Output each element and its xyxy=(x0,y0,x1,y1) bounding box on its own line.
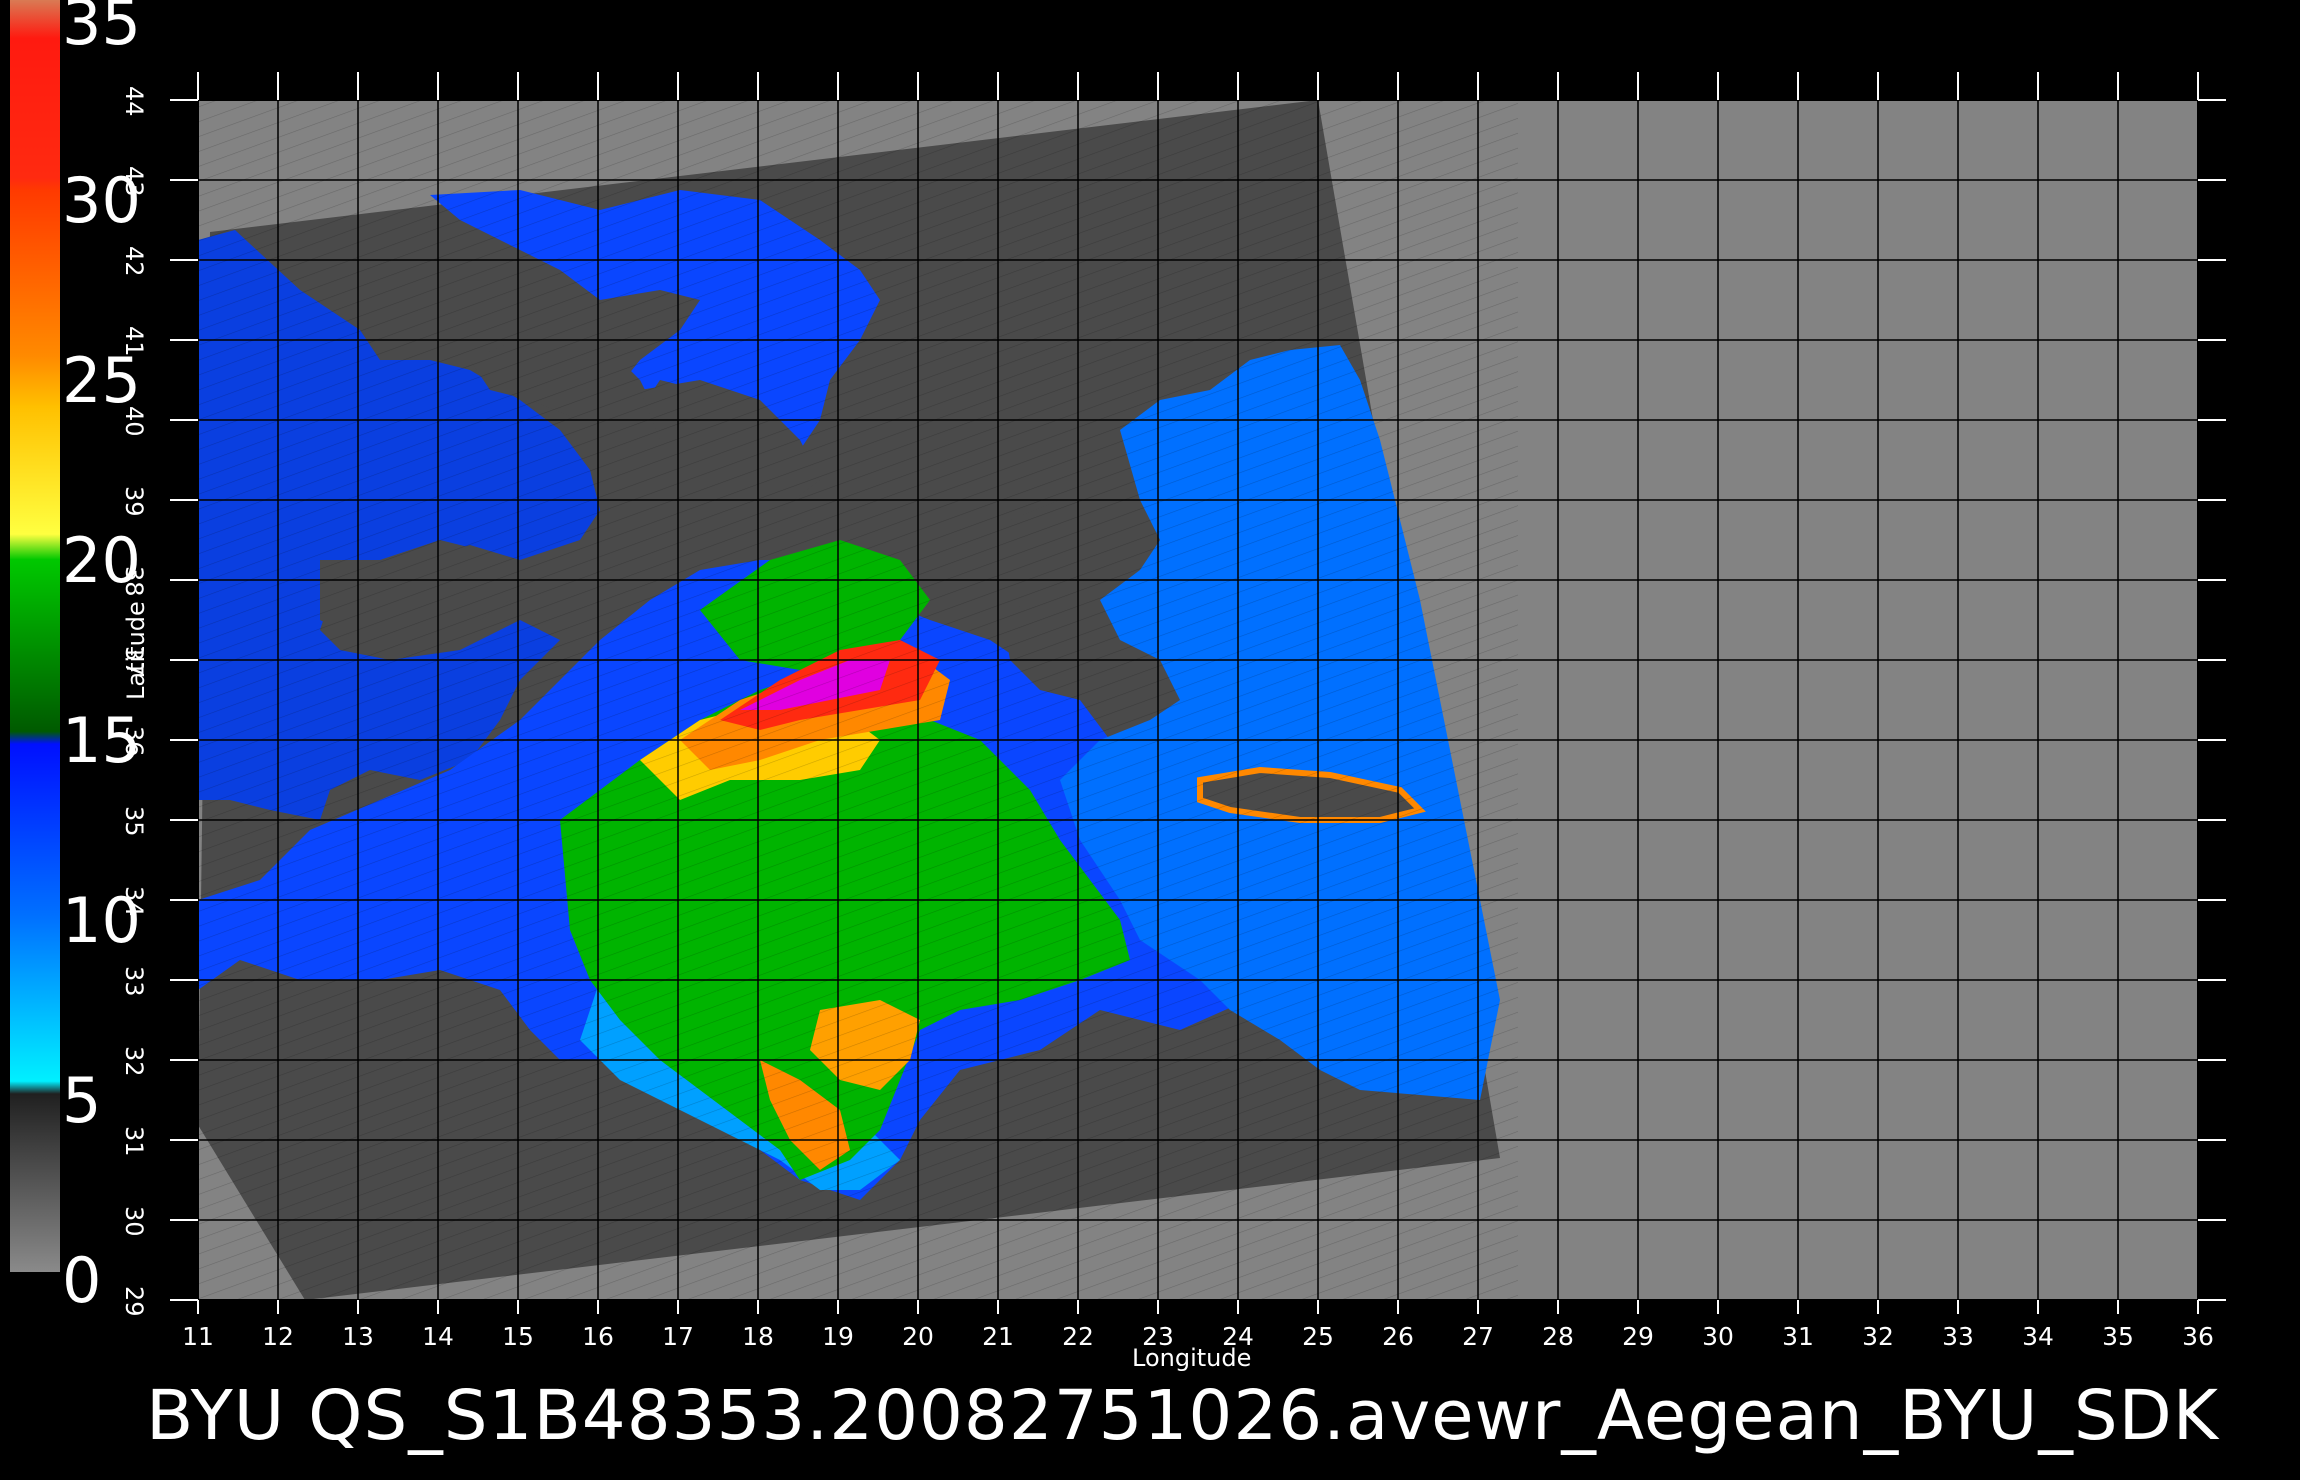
x-tick-label: 34 xyxy=(2022,1322,2054,1351)
y-tick-label: 39 xyxy=(120,486,148,517)
y-tick-label: 32 xyxy=(120,1046,148,1077)
y-tick-label: 34 xyxy=(120,886,148,917)
wind-map-viewer: 35 30 25 20 15 10 5 0 11 12 13 14 15 16 … xyxy=(0,0,2300,1480)
x-tick-label: 27 xyxy=(1462,1322,1494,1351)
x-tick-label: 17 xyxy=(662,1322,694,1351)
x-tick-label: 11 xyxy=(182,1322,214,1351)
x-tick-label: 26 xyxy=(1382,1322,1414,1351)
x-tick-label: 16 xyxy=(582,1322,614,1351)
y-axis-label: Latitude xyxy=(122,601,150,700)
x-tick-label: 15 xyxy=(502,1322,534,1351)
image-caption: BYU QS_S1B48353.20082751026.avewr_Aegean… xyxy=(146,1376,2220,1456)
y-tick-label: 43 xyxy=(120,166,148,197)
x-tick-label: 33 xyxy=(1942,1322,1974,1351)
y-tick-label: 41 xyxy=(120,326,148,357)
x-tick-label: 12 xyxy=(262,1322,294,1351)
y-tick-label: 40 xyxy=(120,406,148,437)
x-tick-label: 35 xyxy=(2102,1322,2134,1351)
x-tick-label: 32 xyxy=(1862,1322,1894,1351)
y-tick-label: 36 xyxy=(120,726,148,757)
y-tick-label: 31 xyxy=(120,1126,148,1157)
y-tick-label: 30 xyxy=(120,1206,148,1237)
x-tick-label: 25 xyxy=(1302,1322,1334,1351)
x-tick-label: 20 xyxy=(902,1322,934,1351)
y-tick-label: 38 xyxy=(120,566,148,597)
x-tick-label: 36 xyxy=(2182,1322,2214,1351)
x-tick-label: 19 xyxy=(822,1322,854,1351)
x-tick-label: 13 xyxy=(342,1322,374,1351)
x-tick-label: 22 xyxy=(1062,1322,1094,1351)
x-tick-label: 30 xyxy=(1702,1322,1734,1351)
wind-speed-map xyxy=(170,72,2226,1314)
x-tick-label: 28 xyxy=(1542,1322,1574,1351)
y-tick-label: 33 xyxy=(120,966,148,997)
x-tick-label: 18 xyxy=(742,1322,774,1351)
y-tick-label: 44 xyxy=(120,86,148,117)
x-tick-label: 29 xyxy=(1622,1322,1654,1351)
y-tick-label: 42 xyxy=(120,246,148,277)
wind-vectors xyxy=(198,100,1518,1300)
x-axis-label: Longitude xyxy=(1132,1344,1252,1372)
x-tick-label: 14 xyxy=(422,1322,454,1351)
y-tick-label: 35 xyxy=(120,806,148,837)
x-tick-label: 21 xyxy=(982,1322,1014,1351)
x-tick-label: 31 xyxy=(1782,1322,1814,1351)
y-tick-label: 29 xyxy=(120,1286,148,1317)
